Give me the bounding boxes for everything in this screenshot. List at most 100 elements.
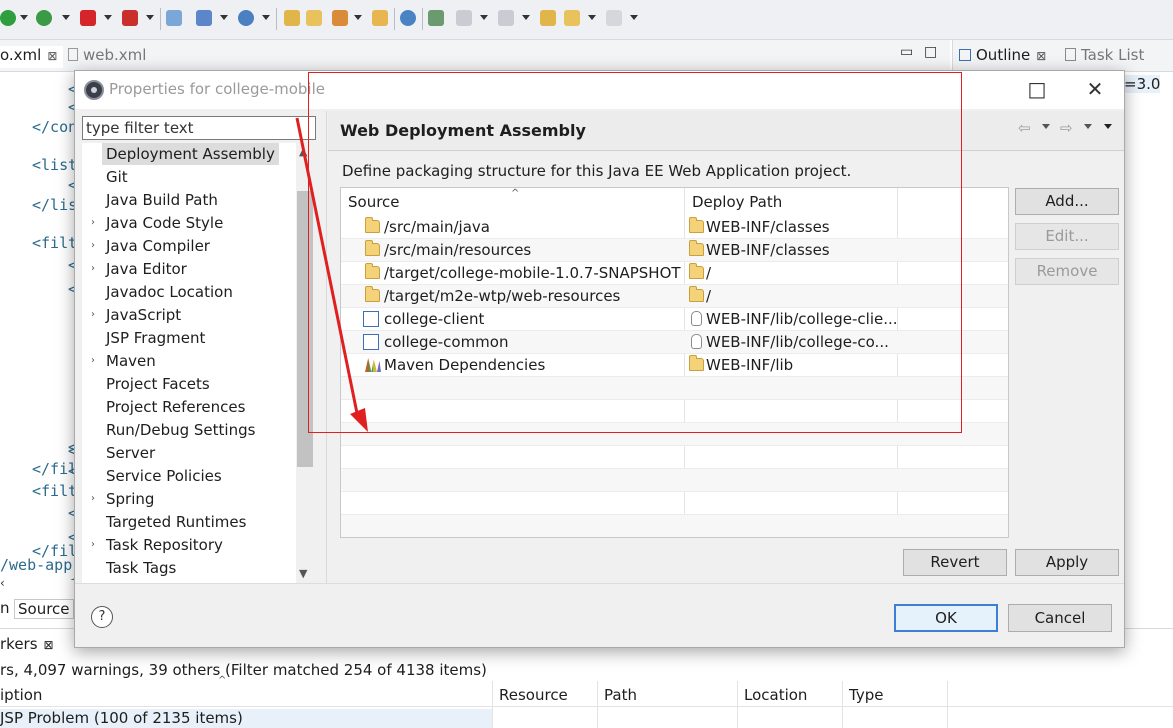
tab-source[interactable]: Source [14,599,74,619]
scrollbar-thumb[interactable] [297,191,313,467]
new-server-dropdown-icon[interactable] [220,15,228,20]
table-row[interactable] [341,515,1008,537]
edit-button[interactable]: Edit... [1015,223,1119,250]
tab-design[interactable]: n [0,599,10,617]
debug-icon[interactable] [36,10,52,26]
scroll-up-icon[interactable]: ▲ [299,145,307,158]
back-dropdown-icon[interactable] [1042,124,1050,129]
tree-item[interactable]: › Maven [82,350,300,373]
tree-scrollbar[interactable]: ▲ ▼ [296,143,314,583]
back-icon[interactable]: ⇦ [1018,119,1031,137]
back-icon[interactable] [564,10,580,26]
open-folder-icon[interactable] [372,10,388,26]
dialog-titlebar[interactable]: Properties for college-mobile □ ✕ [75,71,1124,109]
expand-icon[interactable]: › [91,258,95,280]
tree-item[interactable]: Java Build Path [82,189,300,212]
external-tools-dropdown-icon[interactable] [146,15,154,20]
close-button[interactable]: ✕ [1075,75,1115,105]
prev-annotation-icon[interactable] [498,10,514,26]
run-dropdown-icon[interactable] [20,15,28,20]
maximize-button[interactable]: □ [1017,75,1057,105]
launch-icon[interactable] [332,10,348,26]
launch-dropdown-icon[interactable] [354,15,362,20]
tree-item[interactable]: Git [82,166,300,189]
revert-button[interactable]: Revert [903,549,1007,576]
table-row[interactable]: /target/college-mobile-1.0.7-SNAPSHOT / [341,262,1008,285]
pane-divider[interactable] [326,111,327,583]
expand-icon[interactable]: › [91,212,95,234]
new-server-icon[interactable] [196,10,212,26]
column-description[interactable]: iption [0,686,42,704]
globe-icon[interactable] [400,10,416,26]
scroll-left-icon[interactable]: ‹ [0,576,5,590]
cancel-button[interactable]: Cancel [1008,604,1112,632]
expand-icon[interactable]: › [91,534,95,556]
close-icon[interactable]: ⊠ [1036,49,1046,63]
tree-item[interactable]: Deployment Assembly [82,143,300,166]
maximize-icon[interactable]: □ [924,44,937,60]
new-spring-dropdown-icon[interactable] [262,15,270,20]
open-resource-icon[interactable] [306,10,322,26]
tree-item[interactable]: › Spring [82,488,300,511]
forward-icon[interactable]: ⇨ [1060,119,1073,137]
tree-item[interactable]: › JavaScript [82,304,300,327]
tab-outline[interactable]: Outline ⊠ [959,46,1046,64]
add-button[interactable]: Add... [1015,188,1119,215]
back-dropdown-icon[interactable] [588,15,596,20]
problems-row[interactable]: JSP Problem (100 of 2135 items) [0,709,492,728]
forward-dropdown-icon[interactable] [630,15,638,20]
tree-item[interactable]: Task Tags [82,557,300,580]
tab-task-list[interactable]: Task List [1065,46,1144,64]
table-row[interactable] [341,377,1008,400]
column-resource[interactable]: Resource [499,686,568,704]
remove-button[interactable]: Remove [1015,258,1119,285]
next-annotation-icon[interactable] [456,10,472,26]
column-location[interactable]: Location [744,686,807,704]
table-row[interactable] [341,446,1008,469]
debug-dropdown-icon[interactable] [62,15,70,20]
stop-dropdown-icon[interactable] [104,15,112,20]
search-icon[interactable] [428,10,444,26]
expand-icon[interactable]: › [91,304,95,326]
filter-input[interactable] [82,116,316,140]
forward-icon[interactable] [606,10,622,26]
expand-icon[interactable]: › [91,350,95,372]
new-spring-icon[interactable] [238,10,254,26]
tree-item[interactable]: Targeted Runtimes [82,511,300,534]
outline-item[interactable]: =3.0 [1124,75,1161,93]
table-row[interactable] [341,400,1008,423]
prev-annotation-dropdown-icon[interactable] [522,15,530,20]
build-icon[interactable] [166,10,182,26]
table-row[interactable]: /src/main/java WEB-INF/classes [341,216,1008,239]
tree-item[interactable]: Run/Debug Settings [82,419,300,442]
table-row[interactable]: college-client WEB-INF/lib/college-clie..… [341,308,1008,331]
table-row[interactable]: /src/main/resources WEB-INF/classes [341,239,1008,262]
tree-item[interactable]: › Java Editor [82,258,300,281]
table-row[interactable] [341,469,1008,492]
close-icon[interactable]: ⊠ [47,49,57,63]
table-row[interactable] [341,492,1008,515]
tree-item[interactable]: Service Policies [82,465,300,488]
next-annotation-dropdown-icon[interactable] [480,15,488,20]
apply-button[interactable]: Apply [1015,549,1119,576]
tree-item[interactable]: JSP Fragment [82,327,300,350]
column-path[interactable]: Path [604,686,637,704]
tree-item[interactable]: › Java Compiler [82,235,300,258]
code-editor[interactable]: < < </con <list < </lis <filt < < < < < </fil <filt < <… [0,72,75,580]
tree-item[interactable]: Server [82,442,300,465]
tree-item[interactable]: Project Facets [82,373,300,396]
column-deploy-path[interactable]: Deploy Path [685,188,897,216]
help-button[interactable]: ? [91,606,113,628]
tab-markers[interactable]: rkers ⊠ [0,635,54,653]
expand-icon[interactable]: › [91,488,95,510]
expand-icon[interactable]: › [91,235,95,257]
table-row[interactable]: /target/m2e-wtp/web-resources / [341,285,1008,308]
column-type[interactable]: Type [849,686,883,704]
scroll-down-icon[interactable]: ▼ [299,567,307,580]
run-icon[interactable] [0,10,16,26]
clear-filter-icon[interactable] [296,120,312,136]
ok-button[interactable]: OK [894,604,998,632]
editor-tab-web-xml[interactable]: web.xml [68,46,146,64]
last-edit-icon[interactable] [540,10,556,26]
stop-icon[interactable] [80,10,96,26]
